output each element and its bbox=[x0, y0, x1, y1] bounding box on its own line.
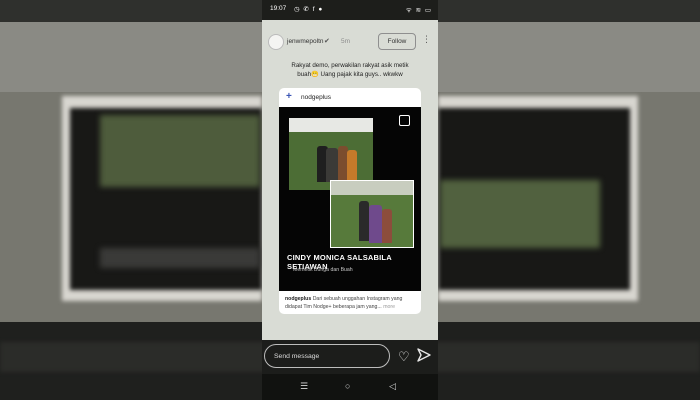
username[interactable]: jenwmepoltn bbox=[287, 38, 324, 45]
back-icon[interactable]: ◁ bbox=[389, 381, 396, 392]
status-bar: 19:07 ◷ ✆ f ● ᯤ ≋ ▭ bbox=[262, 0, 438, 20]
heart-icon[interactable]: ♡ bbox=[398, 349, 410, 365]
carousel-icon bbox=[399, 115, 410, 126]
verified-badge-icon: ✔ bbox=[324, 38, 330, 45]
person-figure bbox=[326, 148, 338, 182]
story-viewer: 19:07 ◷ ✆ f ● ᯤ ≋ ▭ jenwmepoltn ✔ 5m Fol… bbox=[262, 0, 438, 400]
backdrop-left-text bbox=[100, 248, 260, 268]
more-options-icon[interactable]: ⋮ bbox=[422, 34, 431, 45]
avatar[interactable] bbox=[268, 34, 284, 50]
photo-bottom-right bbox=[330, 180, 414, 248]
post-time: 5m bbox=[341, 38, 351, 45]
story-caption: Rakyat demo, perwakilan rakyat asik meti… bbox=[282, 61, 418, 79]
person-figure bbox=[347, 150, 357, 182]
post-image[interactable]: CINDY MONICA SALSABILA SETIAWAN Memetik … bbox=[279, 107, 421, 291]
post-header: + nodgeplus bbox=[279, 88, 421, 106]
caption-line-1: Rakyat demo, perwakilan rakyat asik meti… bbox=[291, 62, 409, 69]
post-desc-author[interactable]: nodgeplus bbox=[285, 296, 311, 302]
backdrop-left-photo bbox=[100, 115, 260, 187]
person-figure bbox=[359, 201, 369, 241]
notification-icons: ◷ ✆ f ● bbox=[294, 6, 324, 13]
post-subtitle: Memetik Bunga dan Buah bbox=[293, 267, 353, 273]
recent-apps-icon[interactable]: ☰ bbox=[300, 381, 308, 392]
photo-top-strip bbox=[289, 118, 373, 132]
caption-line-2: buah😬 Uang pajak kita guys.. wkwkw bbox=[297, 71, 403, 78]
send-message-input[interactable]: Send message bbox=[264, 344, 390, 368]
post-description: nodgeplus Dari sebuah unggahan Instagram… bbox=[285, 295, 415, 311]
post-author[interactable]: nodgeplus bbox=[301, 94, 331, 101]
person-figure bbox=[382, 209, 392, 243]
home-icon[interactable]: ○ bbox=[345, 381, 350, 391]
backdrop-right-photo bbox=[440, 180, 600, 248]
plus-icon: + bbox=[286, 91, 292, 102]
photo-sky bbox=[331, 181, 413, 195]
system-status-icons: ᯤ ≋ ▭ bbox=[405, 7, 432, 14]
shared-post-card[interactable]: + nodgeplus CINDY MONICA SALSABILA SETIA bbox=[279, 88, 421, 314]
story-header: jenwmepoltn ✔ 5m Follow ⋮ bbox=[262, 28, 438, 56]
more-link[interactable]: more bbox=[383, 304, 395, 310]
follow-button[interactable]: Follow bbox=[378, 33, 416, 50]
person-figure bbox=[369, 205, 382, 243]
status-time: 19:07 bbox=[270, 5, 287, 12]
send-icon[interactable] bbox=[417, 348, 431, 362]
